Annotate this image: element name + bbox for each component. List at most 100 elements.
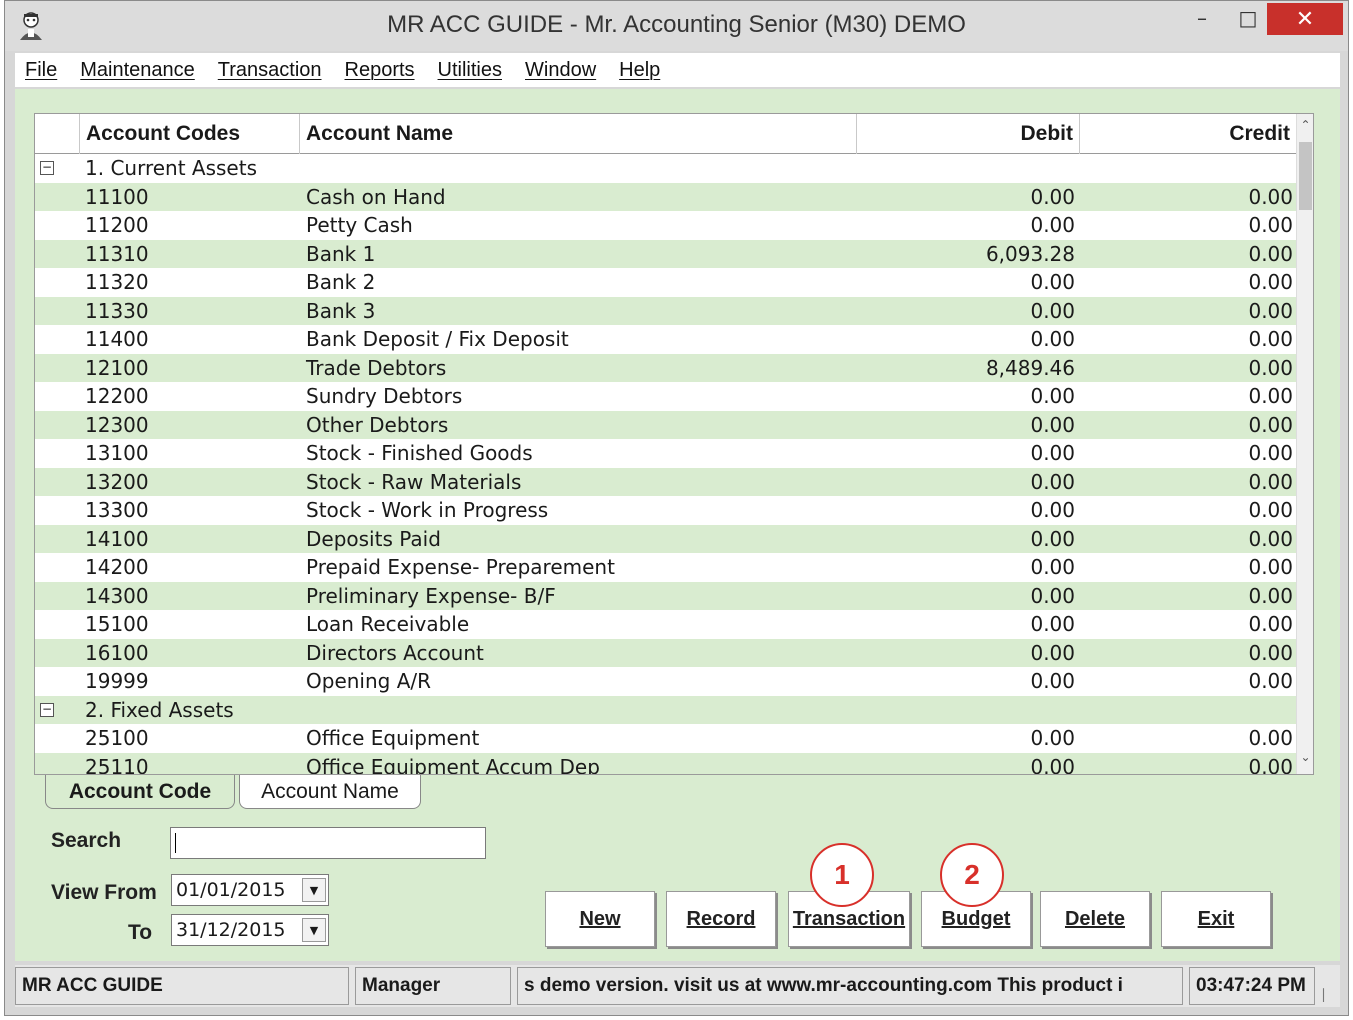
cell-credit: 0.00 — [1248, 384, 1293, 409]
table-row[interactable]: 13200 Stock - Raw Materials 0.00 0.00 — [35, 467, 1297, 496]
menu-transaction[interactable]: Transaction — [218, 59, 322, 82]
cell-credit: 0.00 — [1248, 241, 1293, 266]
view-from-label: View From — [51, 881, 157, 904]
cell-account-name: Bank 2 — [306, 270, 376, 295]
table-row[interactable]: 13300 Stock - Work in Progress 0.00 0.00 — [35, 496, 1297, 525]
menu-utilities[interactable]: Utilities — [438, 59, 502, 82]
exit-button[interactable]: Exit — [1161, 891, 1271, 947]
maximize-button[interactable]: □ — [1225, 1, 1271, 35]
budget-button-label: Budget — [941, 907, 1011, 930]
cell-credit: 0.00 — [1248, 298, 1293, 323]
window-title: MR ACC GUIDE - Mr. Accounting Senior (M3… — [387, 11, 966, 38]
menu-file[interactable]: File — [25, 59, 57, 82]
tab-account-code[interactable]: Account Code — [45, 775, 235, 809]
table-row[interactable]: 14200 Prepaid Expense- Preparement 0.00 0.0… — [35, 553, 1297, 582]
cell-account-name: Bank 1 — [306, 241, 376, 266]
record-button[interactable]: Record — [666, 891, 776, 947]
cell-account-name: Stock - Work in Progress — [306, 498, 549, 523]
grid-rows: − 1. Current Assets 11100 Cash on Hand 0.0… — [35, 154, 1297, 775]
grid-header: Account Codes Account Name Debit Credit — [35, 114, 1297, 154]
table-row[interactable]: 25110 Office Equipment Accum Dep 0.00 0.00 — [35, 752, 1297, 775]
table-row[interactable]: 11200 Petty Cash 0.00 0.00 — [35, 211, 1297, 240]
group-row-fixed-assets[interactable]: − 2. Fixed Assets — [35, 695, 1297, 724]
menu-window[interactable]: Window — [525, 59, 596, 82]
cell-debit: 0.00 — [1030, 526, 1075, 551]
cell-account-code: 13300 — [85, 498, 149, 523]
table-row[interactable]: 16100 Directors Account 0.00 0.00 — [35, 638, 1297, 667]
menu-maintenance[interactable]: Maintenance — [80, 59, 195, 82]
new-button[interactable]: New — [545, 891, 655, 947]
cell-account-code: 14100 — [85, 526, 149, 551]
scroll-thumb[interactable] — [1299, 142, 1312, 210]
column-header-debit[interactable]: Debit — [857, 114, 1080, 154]
table-row[interactable]: 14100 Deposits Paid 0.00 0.00 — [35, 524, 1297, 553]
table-row[interactable]: 15100 Loan Receivable 0.00 0.00 — [35, 610, 1297, 639]
cell-account-code: 12300 — [85, 412, 149, 437]
to-date-field[interactable]: 31/12/2015 ▼ — [171, 914, 329, 946]
column-header-account-codes[interactable]: Account Codes — [79, 114, 300, 154]
cell-account-code: 16100 — [85, 640, 149, 665]
group-label: 2. Fixed Assets — [85, 697, 234, 722]
scroll-down-arrow-icon[interactable]: ⌄ — [1297, 750, 1313, 770]
table-row[interactable]: 13100 Stock - Finished Goods 0.00 0.00 — [35, 439, 1297, 468]
delete-button-label: Delete — [1064, 907, 1126, 930]
cell-credit: 0.00 — [1248, 355, 1293, 380]
cell-debit: 0.00 — [1030, 555, 1075, 580]
table-row[interactable]: 11100 Cash on Hand 0.00 0.00 — [35, 182, 1297, 211]
cell-credit: 0.00 — [1248, 754, 1293, 775]
cell-credit: 0.00 — [1248, 412, 1293, 437]
cell-account-code: 11310 — [85, 241, 149, 266]
cell-account-code: 19999 — [85, 669, 149, 694]
scroll-up-arrow-icon[interactable]: ⌃ — [1297, 118, 1313, 138]
vertical-scrollbar[interactable]: ⌃ ⌄ — [1296, 114, 1313, 774]
cell-debit: 0.00 — [1030, 412, 1075, 437]
table-row[interactable]: 12100 Trade Debtors 8,489.46 0.00 — [35, 353, 1297, 382]
table-row[interactable]: 12300 Other Debtors 0.00 0.00 — [35, 410, 1297, 439]
cell-account-code: 13100 — [85, 441, 149, 466]
table-row[interactable]: 14300 Preliminary Expense- B/F 0.00 0.00 — [35, 581, 1297, 610]
column-header-credit[interactable]: Credit — [1080, 114, 1297, 154]
cell-debit: 0.00 — [1030, 213, 1075, 238]
cell-credit: 0.00 — [1248, 526, 1293, 551]
status-message: s demo version. visit us at www.mr-accou… — [517, 967, 1183, 1005]
view-from-date-field[interactable]: 01/01/2015 ▼ — [171, 874, 329, 906]
menu-help[interactable]: Help — [619, 59, 660, 82]
cell-account-name: Directors Account — [306, 640, 484, 665]
tab-account-name[interactable]: Account Name — [239, 775, 421, 809]
status-user: Manager — [355, 967, 511, 1005]
record-button-label: Record — [686, 907, 756, 930]
cell-account-name: Cash on Hand — [306, 184, 446, 209]
dropdown-arrow-icon[interactable]: ▼ — [302, 878, 326, 902]
column-header-account-name[interactable]: Account Name — [300, 114, 857, 154]
table-row[interactable]: 12200 Sundry Debtors 0.00 0.00 — [35, 382, 1297, 411]
cell-debit: 8,489.46 — [985, 355, 1075, 380]
to-value: 31/12/2015 — [176, 919, 286, 941]
delete-button[interactable]: Delete — [1040, 891, 1150, 947]
table-row[interactable]: 25100 Office Equipment 0.00 0.00 — [35, 724, 1297, 753]
group-row-current-assets[interactable]: − 1. Current Assets — [35, 154, 1297, 183]
menu-reports[interactable]: Reports — [345, 59, 415, 82]
resize-grip-icon[interactable]: ∣ — [1320, 987, 1338, 1005]
cell-account-code: 11200 — [85, 213, 149, 238]
accounts-grid[interactable]: Account Codes Account Name Debit Credit … — [34, 113, 1314, 775]
cell-debit: 0.00 — [1030, 669, 1075, 694]
cell-credit: 0.00 — [1248, 640, 1293, 665]
search-input[interactable] — [170, 827, 486, 859]
collapse-icon[interactable]: − — [40, 702, 54, 717]
cell-credit: 0.00 — [1248, 270, 1293, 295]
cell-account-code: 12100 — [85, 355, 149, 380]
cell-account-code: 15100 — [85, 612, 149, 637]
table-row[interactable]: 11400 Bank Deposit / Fix Deposit 0.00 0.00 — [35, 325, 1297, 354]
cell-account-code: 25110 — [85, 754, 149, 775]
close-button[interactable]: ✕ — [1267, 3, 1343, 35]
cell-debit: 0.00 — [1030, 384, 1075, 409]
table-row[interactable]: 11330 Bank 3 0.00 0.00 — [35, 296, 1297, 325]
cell-debit: 0.00 — [1030, 469, 1075, 494]
cell-account-name: Sundry Debtors — [306, 384, 463, 409]
table-row[interactable]: 11310 Bank 1 6,093.28 0.00 — [35, 239, 1297, 268]
table-row[interactable]: 19999 Opening A/R 0.00 0.00 — [35, 667, 1297, 696]
dropdown-arrow-icon[interactable]: ▼ — [302, 918, 326, 942]
minimize-button[interactable]: – — [1179, 1, 1225, 35]
table-row[interactable]: 11320 Bank 2 0.00 0.00 — [35, 268, 1297, 297]
collapse-icon[interactable]: − — [40, 161, 54, 175]
